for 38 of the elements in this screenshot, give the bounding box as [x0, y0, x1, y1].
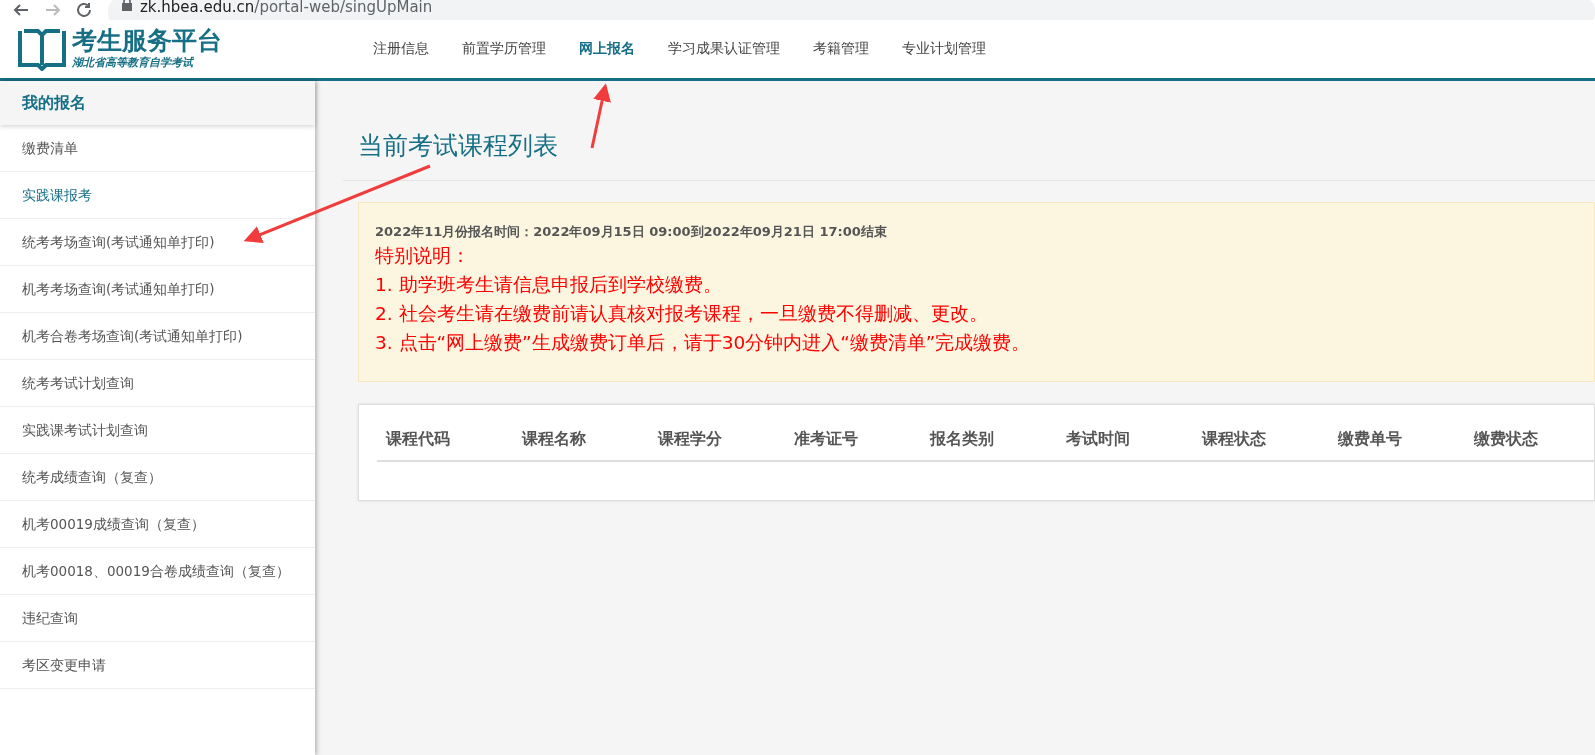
notice-line: 3. 点击“网上缴费”生成缴费订单后，请于30分钟内进入“缴费清单”完成缴费。 — [375, 331, 1032, 355]
sidebar-item[interactable]: 统考成绩查询（复查） — [0, 454, 315, 501]
logo-subtitle: 湖北省高等教育自学考试 — [72, 55, 196, 70]
column-header: 报名类别 — [928, 429, 995, 450]
nav-tab[interactable]: 专业计划管理 — [885, 40, 1002, 58]
sidebar-item[interactable]: 机考合卷考场查询(考试通知单打印) — [0, 313, 315, 360]
nav-tab[interactable]: 网上报名 — [562, 40, 651, 58]
sidebar-item[interactable]: 统考考试计划查询 — [0, 360, 315, 407]
sidebar-item[interactable]: 缴费清单 — [0, 125, 315, 172]
sidebar-item[interactable]: 实践课考试计划查询 — [0, 407, 315, 454]
column-header: 课程代码 — [384, 429, 451, 450]
nav-tab[interactable]: 前置学历管理 — [445, 40, 562, 58]
column-header: 考试时间 — [1065, 429, 1131, 450]
sidebar-item[interactable]: 实践课报考 — [0, 172, 315, 219]
page-title: 当前考试课程列表 — [357, 130, 559, 162]
sidebar-item[interactable]: 机考00019成绩查询（复查） — [0, 501, 315, 548]
column-header: 课程名称 — [520, 429, 587, 450]
registration-period-text: 2022年11月份报名时间：2022年09月15日 09:00到2022年09月21日 17:00结束 — [375, 223, 888, 241]
logo-title: 考生服务平台 — [72, 28, 222, 53]
nav-tab[interactable]: 注册信息 — [356, 40, 445, 58]
nav-tab[interactable]: 考籍管理 — [796, 40, 885, 58]
sidebar-item[interactable]: 统考考场查询(考试通知单打印) — [0, 219, 315, 266]
sidebar-title: 我的报名 — [0, 81, 315, 125]
column-header: 课程学分 — [656, 429, 723, 450]
column-header: 课程状态 — [1200, 429, 1267, 450]
column-header: 准考证号 — [793, 429, 859, 450]
column-header: 缴费状态 — [1473, 429, 1539, 450]
address-bar[interactable]: zk.hbea.edu.cn/portal-web/singUpMain — [108, 0, 1595, 20]
url-text: zk.hbea.edu.cn/portal-web/singUpMain — [140, 0, 433, 16]
sidebar-item[interactable]: 机考考场查询(考试通知单打印) — [0, 266, 315, 313]
notice-heading: 特别说明： — [375, 244, 471, 268]
sidebar-item[interactable]: 考区变更申请 — [0, 642, 315, 689]
nav-tab[interactable]: 学习成果认证管理 — [651, 40, 796, 58]
notice-line: 2. 社会考生请在缴费前请认真核对报考课程，一旦缴费不得删减、更改。 — [375, 302, 989, 326]
sidebar-item[interactable]: 违纪查询 — [0, 595, 315, 642]
column-header: 缴费单号 — [1337, 429, 1403, 450]
sidebar-item[interactable]: 机考00018、00019合卷成绩查询（复查） — [0, 548, 315, 595]
notice-line: 1. 助学班考生请信息申报后到学校缴费。 — [375, 273, 723, 297]
